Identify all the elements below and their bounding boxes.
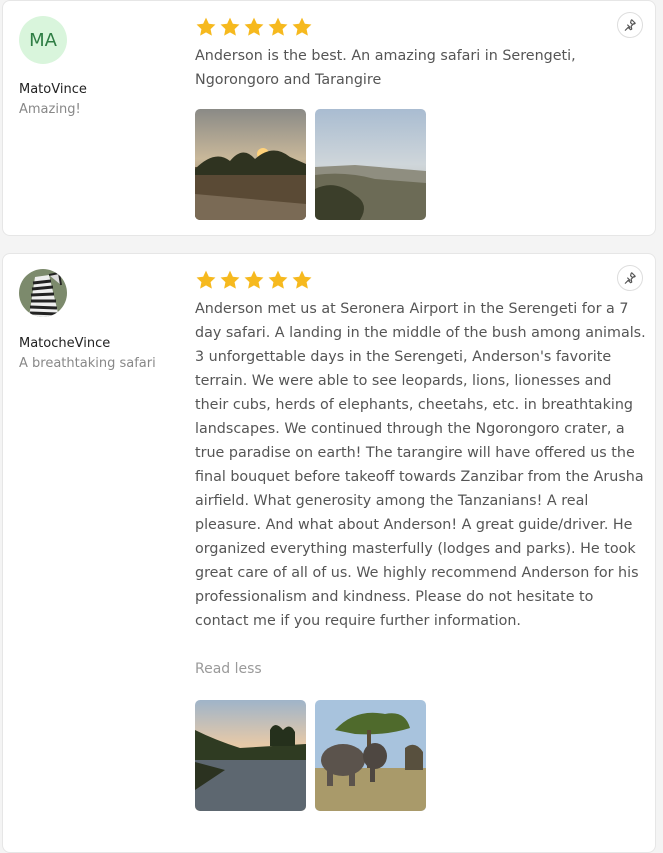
- review-title: Amazing!: [19, 102, 81, 117]
- review-text: Anderson is the best. An amazing safari …: [195, 48, 576, 88]
- review-text: Anderson met us at Seronera Airport in t…: [195, 301, 646, 629]
- zebra-avatar: [19, 269, 67, 317]
- river-photo[interactable]: [195, 700, 306, 811]
- star-icon: [220, 270, 240, 289]
- star-icon: [292, 270, 312, 289]
- elephants-photo[interactable]: [315, 700, 426, 811]
- pin-icon: [624, 19, 636, 31]
- star-icon: [244, 17, 264, 36]
- reviewer-name: MatocheVince: [19, 336, 111, 351]
- reviewer-name: MatoVince: [19, 82, 87, 97]
- star-icon: [292, 17, 312, 36]
- star-icon: [196, 270, 216, 289]
- crater-view-photo[interactable]: [315, 109, 426, 220]
- review-title: A breathtaking safari: [19, 356, 156, 371]
- pin-icon: [624, 272, 636, 284]
- star-icon: [268, 17, 288, 36]
- pin-button[interactable]: [617, 265, 643, 291]
- review-card: MatocheVince A breathtaking safari Ander…: [2, 253, 656, 853]
- savanna-sunset-photo[interactable]: [195, 109, 306, 220]
- read-less-link[interactable]: Read less: [195, 661, 262, 677]
- star-icon: [268, 270, 288, 289]
- star-icon: [244, 270, 264, 289]
- review-card: MA MatoVince Amazing! Anderson is the be…: [2, 0, 656, 236]
- star-icon: [220, 17, 240, 36]
- star-icon: [196, 17, 216, 36]
- pin-button[interactable]: [617, 12, 643, 38]
- star-rating: [195, 16, 313, 38]
- avatar: MA: [19, 16, 67, 64]
- star-rating: [195, 269, 313, 291]
